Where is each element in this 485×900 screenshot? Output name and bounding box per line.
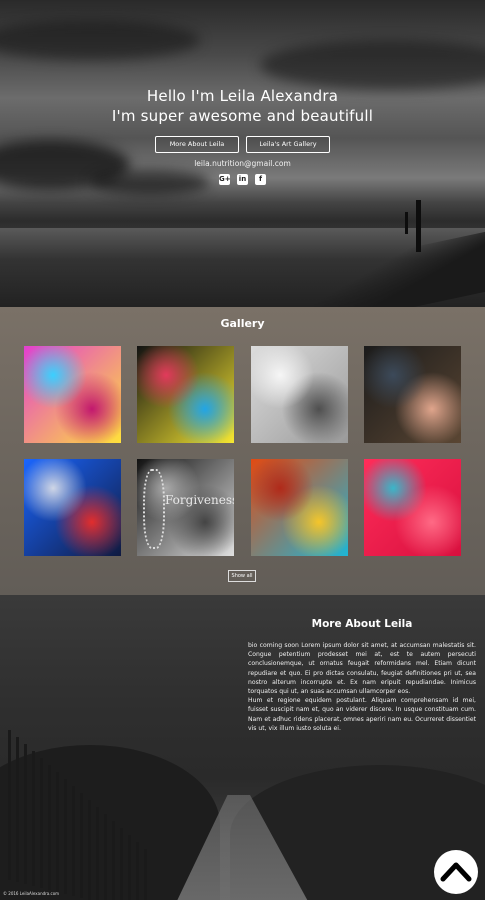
fence-post	[96, 807, 99, 900]
fence-post	[24, 744, 27, 884]
hero-buttons: More About Leila Leila's Art Gallery	[0, 136, 485, 153]
scroll-to-top-button[interactable]	[434, 850, 478, 894]
about-paragraph: Hum et regione equidem postulant. Aliqua…	[248, 697, 476, 732]
about-text: bio coming soon Lorem ipsum dolor sit am…	[248, 641, 476, 733]
fence-post	[120, 828, 123, 900]
fence-post	[104, 814, 107, 900]
fence-post	[32, 751, 35, 886]
fence-post	[136, 842, 139, 900]
fence-post	[72, 786, 75, 896]
gallery-title: Gallery	[220, 317, 265, 330]
hero-title-line1: Hello I'm Leila Alexandra	[146, 87, 339, 105]
more-about-leila-button[interactable]: More About Leila	[155, 136, 239, 153]
gallery-image-3[interactable]	[251, 346, 348, 443]
social-links: G+ in f	[0, 174, 485, 185]
facebook-icon[interactable]: f	[255, 174, 266, 185]
google-plus-icon[interactable]: G+	[219, 174, 231, 185]
gallery-image-6[interactable]: Forgiveness	[137, 459, 234, 556]
fence-post	[16, 737, 19, 882]
fence-post	[8, 730, 11, 880]
chevron-up-icon	[440, 862, 472, 882]
gallery-image-caption: Forgiveness	[165, 493, 234, 507]
art-gallery-button[interactable]: Leila's Art Gallery	[246, 136, 330, 153]
show-all-button[interactable]: Show all	[228, 570, 256, 582]
linkedin-icon[interactable]: in	[237, 174, 248, 185]
fence-post	[40, 758, 43, 888]
gallery-section: Gallery Forgiveness Show all	[0, 307, 485, 595]
gallery-image-7[interactable]	[251, 459, 348, 556]
swirl-drawing	[143, 469, 165, 549]
hero-title-line2: I'm super awesome and beautifull	[111, 107, 374, 125]
hero-content: Hello I'm Leila Alexandra I'm super awes…	[0, 86, 485, 185]
fence-post	[80, 793, 83, 898]
gallery-image-1[interactable]	[24, 346, 121, 443]
gallery-image-5[interactable]	[24, 459, 121, 556]
gallery-image-2[interactable]	[137, 346, 234, 443]
gallery-image-8[interactable]	[364, 459, 461, 556]
copyright-text: © 2016 LeilaAlexandra.com	[3, 891, 60, 896]
about-title: More About Leila	[311, 618, 413, 630]
fence-post	[64, 779, 67, 894]
fence-post	[128, 835, 131, 900]
pier-post	[416, 200, 421, 252]
cloud-shape	[0, 20, 200, 60]
gallery-image-4[interactable]	[364, 346, 461, 443]
fence-post	[48, 765, 51, 890]
fence-post	[88, 800, 91, 900]
pier-post	[405, 212, 408, 234]
hero-section: Hello I'm Leila Alexandra I'm super awes…	[0, 0, 485, 307]
fence-post	[112, 821, 115, 900]
fence-post	[144, 849, 147, 900]
cloud-shape	[260, 40, 485, 90]
about-paragraph: bio coming soon Lorem ipsum dolor sit am…	[248, 642, 476, 696]
about-section: More About Leila bio coming soon Lorem i…	[0, 595, 485, 900]
fence-post	[56, 772, 59, 892]
email-link[interactable]: leila.nutrition@gmail.com	[0, 159, 485, 168]
